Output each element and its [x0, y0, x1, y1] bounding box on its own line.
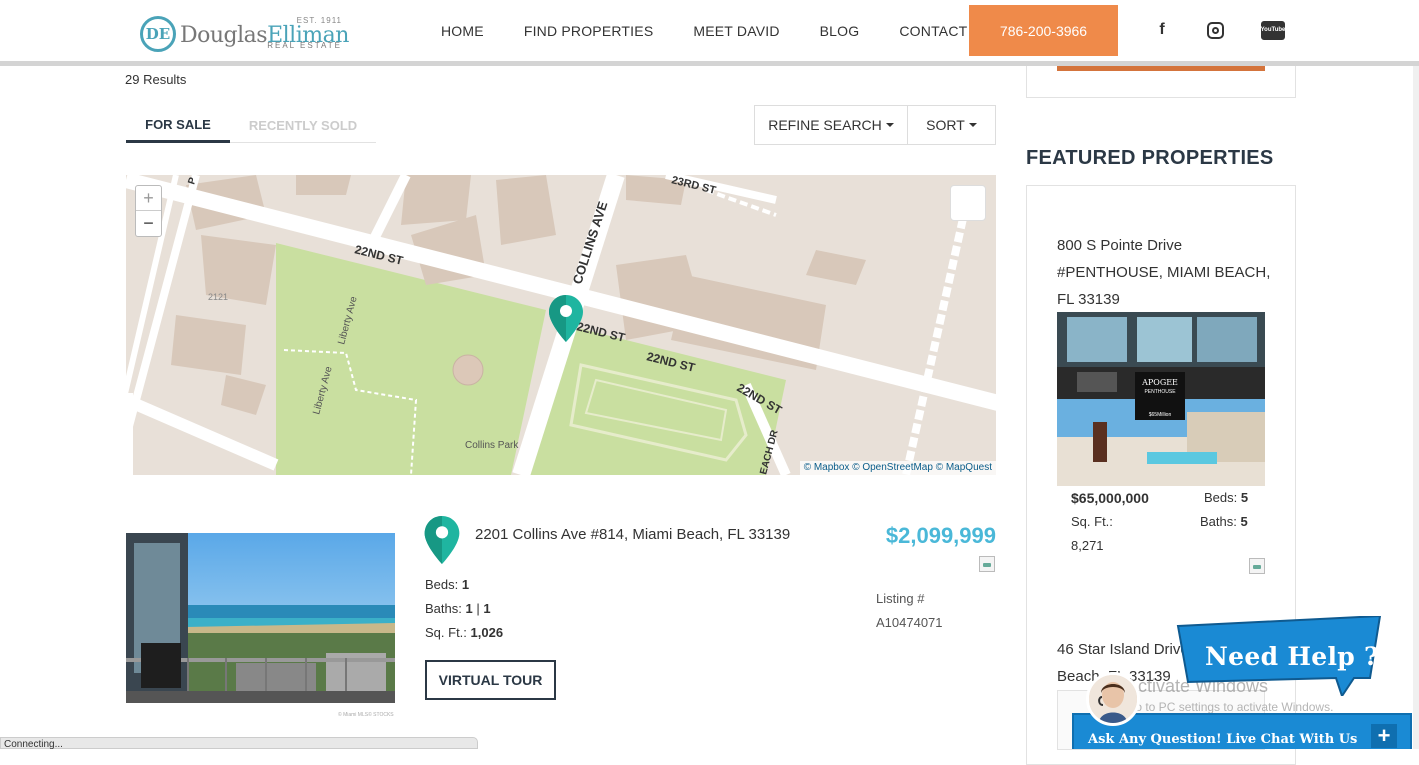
youtube-icon[interactable]: You Tube [1260, 20, 1286, 40]
chevron-down-icon [968, 123, 977, 127]
sidebar-widget-top [1026, 66, 1296, 98]
listing-beds: Beds: 1 [425, 577, 470, 592]
featured-1-photo[interactable]: APOGEE PENTHOUSE $65Million [1057, 312, 1265, 486]
listing-tabs: FOR SALE RECENTLY SOLD [126, 108, 376, 143]
featured-1-sqft: 8,271 [1071, 538, 1104, 553]
apogee-price: $65Million [1149, 412, 1172, 418]
logo-word-douglas: Douglas [180, 23, 268, 48]
zoom-out-button[interactable]: − [136, 211, 161, 236]
phone-button[interactable]: 786-200-3966 [969, 5, 1118, 56]
map-attribution[interactable]: © Mapbox © OpenStreetMap © MapQuest [799, 461, 996, 475]
facebook-icon[interactable]: f [1152, 20, 1172, 40]
nav-contact[interactable]: CONTACT [899, 23, 967, 39]
logo-mark: DE [140, 16, 176, 52]
nav-home[interactable]: HOME [441, 23, 484, 39]
support-agent-avatar[interactable] [1086, 672, 1140, 726]
apogee-brand: APOGEE [1141, 378, 1178, 387]
tab-for-sale[interactable]: FOR SALE [126, 108, 230, 143]
map-label-building-number: 2121 [208, 292, 228, 302]
douglas-elliman-logo[interactable]: DE EST. 1911 DouglasElliman REAL ESTATE [140, 16, 349, 52]
listings-map[interactable]: 22ND ST 22ND ST 22ND ST 22ND ST 23RD ST … [126, 175, 996, 475]
featured-1-sqft-label: Sq. Ft.: [1071, 514, 1113, 529]
sidebar-button-edge[interactable] [1057, 66, 1265, 71]
virtual-tour-button[interactable]: VIRTUAL TOUR [425, 660, 556, 700]
featured-properties-title: FEATURED PROPERTIES [1026, 147, 1274, 169]
chevron-down-icon [885, 123, 894, 127]
broken-image-icon [979, 556, 995, 572]
page-scrollbar[interactable] [1413, 66, 1419, 749]
listing-number: A10474071 [876, 615, 943, 630]
listing-photo[interactable] [126, 533, 395, 703]
live-chat-label[interactable]: Ask Any Question! Live Chat With Us [1088, 732, 1357, 747]
map-fullscreen-button[interactable] [950, 185, 986, 221]
plus-icon[interactable]: + [1371, 724, 1397, 748]
featured-1-baths: Baths: 5 [1200, 514, 1248, 529]
browser-status-bar: Connecting... [0, 737, 478, 750]
refine-search-button[interactable]: REFINE SEARCH [754, 105, 908, 145]
listing-price: $2,099,999 [885, 523, 996, 548]
map-canvas[interactable]: 22ND ST 22ND ST 22ND ST 22ND ST 23RD ST … [126, 175, 996, 475]
zoom-in-button[interactable]: + [136, 186, 161, 211]
instagram-icon[interactable] [1205, 20, 1225, 40]
broken-image-icon [1249, 558, 1265, 574]
nav-blog[interactable]: BLOG [820, 23, 860, 39]
sort-button[interactable]: SORT [907, 105, 996, 145]
need-help-text[interactable]: Need Help ? [1205, 642, 1379, 671]
featured-1-price: $65,000,000 [1071, 490, 1149, 506]
apogee-penthouse: PENTHOUSE [1144, 389, 1176, 395]
listing-sqft: Sq. Ft.: 1,026 [425, 625, 504, 640]
nav-find-properties[interactable]: FIND PROPERTIES [524, 23, 654, 39]
activate-windows-subtitle: Go to PC settings to activate Windows. [1126, 700, 1334, 714]
logo-tagline: REAL ESTATE [267, 41, 342, 50]
location-pin-icon [424, 516, 460, 569]
tab-recently-sold[interactable]: RECENTLY SOLD [230, 108, 376, 143]
listing-baths: Baths: 1 | 1 [425, 601, 491, 616]
featured-1-address[interactable]: 800 S Pointe Drive #PENTHOUSE, MIAMI BEA… [1057, 232, 1277, 313]
nav-meet-david[interactable]: MEET DAVID [693, 23, 779, 39]
main-nav: HOME FIND PROPERTIES MEET DAVID BLOG CON… [441, 0, 1007, 62]
map-label-collins-park: Collins Park [465, 440, 519, 451]
site-header: DE EST. 1911 DouglasElliman REAL ESTATE … [0, 0, 1419, 66]
featured-1-beds: Beds: 5 [1204, 490, 1249, 505]
results-count: 29 Results [125, 72, 187, 87]
map-zoom-control: + − [135, 185, 162, 237]
photo-watermark: © Miami MLS© STOCKS [338, 712, 394, 718]
listing-number-label: Listing # [876, 591, 925, 606]
listing-address[interactable]: 2201 Collins Ave #814, Miami Beach, FL 3… [475, 526, 790, 543]
